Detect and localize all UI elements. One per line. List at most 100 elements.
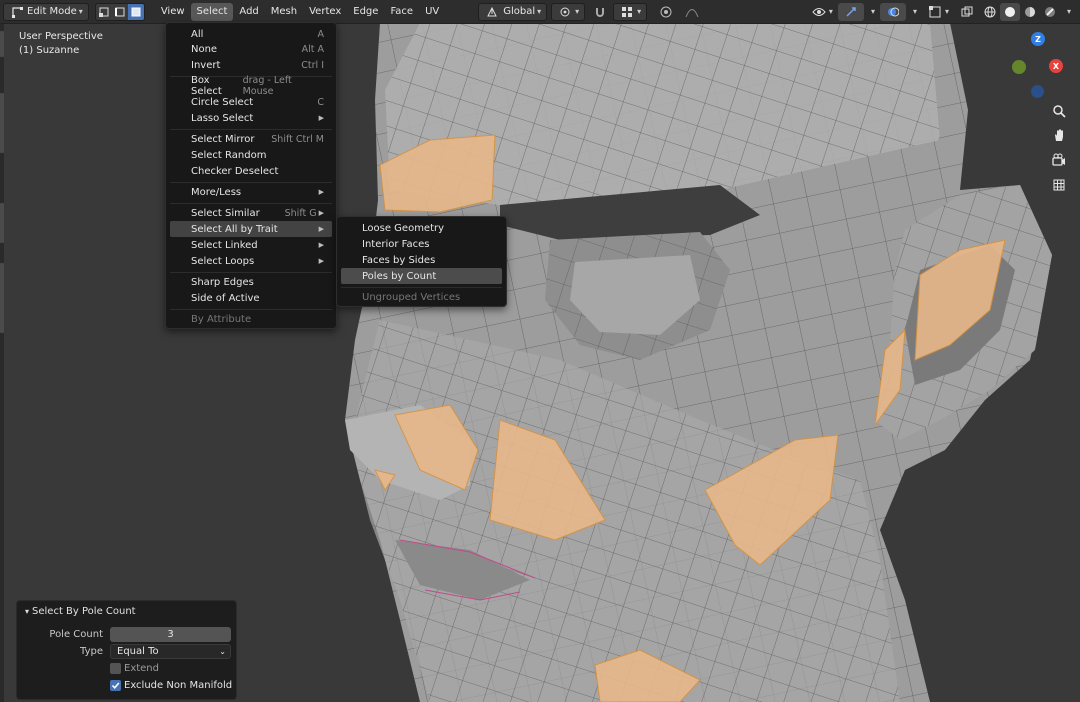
overlays-dropdown[interactable]: ▾ (906, 3, 922, 21)
pole-count-field[interactable]: 3 (110, 627, 231, 642)
exclude-non-manifold-checkbox[interactable]: Exclude Non Manifold (110, 680, 232, 691)
menu-separator (341, 287, 502, 288)
shading-material[interactable] (1020, 3, 1040, 21)
gizmo-neg-z-axis[interactable] (1031, 85, 1044, 98)
menu-item-select-mirror[interactable]: Select Mirror Shift Ctrl M (170, 131, 332, 147)
chevron-down-icon: ▾ (944, 7, 949, 16)
select-all-by-trait-submenu: Loose Geometry Interior Faces Faces by S… (336, 216, 507, 307)
overlays-toggle[interactable] (879, 2, 906, 21)
gizmo-dropdown[interactable]: ▾ (864, 3, 880, 21)
overlays-icon (885, 4, 901, 20)
mesh-edit-overlays-dropdown[interactable]: ▾ (922, 3, 954, 21)
menu-add[interactable]: Add (233, 3, 264, 21)
menu-item-select-random[interactable]: Select Random (170, 147, 332, 163)
menu-item-lasso-select[interactable]: Lasso Select ▶ (170, 110, 332, 126)
submenu-arrow-icon: ▶ (318, 188, 324, 196)
shading-solid[interactable] (999, 2, 1020, 21)
menu-separator (170, 203, 332, 204)
menu-vertex[interactable]: Vertex (303, 3, 347, 21)
rendered-sphere-icon (1042, 4, 1058, 20)
wireframe-sphere-icon (982, 4, 998, 20)
eye-icon (811, 4, 827, 20)
gizmo-icon (843, 4, 859, 20)
pole-count-label: Pole Count (49, 629, 103, 640)
shading-rendered[interactable] (1040, 3, 1060, 21)
toolbar-strip (0, 23, 4, 702)
shading-dropdown[interactable]: ▾ (1060, 3, 1076, 21)
checkbox-box (110, 663, 121, 674)
type-dropdown[interactable]: Equal To ⌄ (110, 644, 231, 659)
menu-item-loose-geometry[interactable]: Loose Geometry (341, 220, 502, 236)
pivot-point-dropdown[interactable]: ▾ (551, 2, 586, 21)
material-sphere-icon (1022, 4, 1038, 20)
ortho-grid-icon[interactable] (1047, 174, 1071, 196)
camera-view-icon[interactable] (1047, 149, 1071, 171)
menu-item-ungrouped-vertices: Ungrouped Vertices (362, 291, 461, 303)
menu-uv[interactable]: UV (419, 3, 445, 21)
vertex-select-icon[interactable] (95, 3, 112, 20)
operator-redo-panel: ▾ Select By Pole Count Pole Count 3 Type … (16, 600, 237, 700)
menu-item-checker-deselect[interactable]: Checker Deselect (170, 163, 332, 179)
exclude-non-manifold-label: Exclude Non Manifold (124, 680, 233, 691)
extend-checkbox[interactable]: Extend (110, 663, 159, 674)
menu-item-box-select[interactable]: Box Select drag - Left Mouse (170, 75, 332, 97)
chevron-down-icon: ▾ (637, 7, 642, 16)
menu-item-select-similar[interactable]: Select Similar Shift G ▶ (170, 205, 332, 221)
proportional-icon (658, 4, 674, 20)
select-menu: All A None Alt A Invert Ctrl I Box Select dr… (165, 22, 337, 329)
menu-mesh[interactable]: Mesh (265, 3, 303, 21)
submenu-arrow-icon: ▶ (318, 241, 324, 249)
face-select-icon[interactable] (127, 3, 144, 20)
menu-item-more-less[interactable]: More/Less ▶ (170, 184, 332, 200)
menu-item-select-loops[interactable]: Select Loops ▶ (170, 253, 332, 269)
zoom-icon[interactable] (1047, 100, 1071, 122)
extend-label: Extend (124, 663, 159, 674)
mode-selector[interactable]: Edit Mode ▾ (3, 2, 89, 21)
edge-select-icon[interactable] (111, 3, 128, 20)
shading-wireframe[interactable] (980, 3, 1000, 21)
menu-item-all[interactable]: All A (170, 26, 332, 42)
menu-select[interactable]: Select (190, 2, 234, 21)
menu-edge[interactable]: Edge (347, 3, 384, 21)
menu-item-poles-by-count[interactable]: Poles by Count (341, 268, 502, 284)
gizmo-y-axis[interactable] (1012, 60, 1026, 74)
snap-grid-icon (619, 4, 635, 20)
submenu-arrow-icon: ▶ (318, 209, 324, 217)
menu-face[interactable]: Face (384, 3, 419, 21)
pan-hand-icon[interactable] (1047, 124, 1071, 146)
falloff-dropdown[interactable] (679, 3, 705, 21)
menu-item-none[interactable]: None Alt A (170, 41, 332, 57)
xray-icon (959, 4, 975, 20)
chevron-down-icon: ▾ (912, 7, 917, 16)
proportional-editing-toggle[interactable] (653, 3, 679, 21)
chevron-down-icon: ▾ (25, 607, 30, 616)
menu-item-interior-faces[interactable]: Interior Faces (341, 236, 502, 252)
select-mode-group[interactable] (94, 2, 145, 21)
visibility-dropdown[interactable]: ▾ (806, 3, 838, 21)
menu-item-faces-by-sides[interactable]: Faces by Sides (341, 252, 502, 268)
type-label: Type (80, 646, 103, 657)
submenu-arrow-icon: ▶ (318, 225, 324, 233)
magnet-icon (592, 4, 608, 20)
chevron-down-icon: ▾ (828, 7, 833, 16)
menu-item-invert[interactable]: Invert Ctrl I (170, 57, 332, 73)
submenu-arrow-icon: ▶ (318, 257, 324, 265)
gizmo-toggle[interactable] (837, 2, 864, 21)
blender-window: User Perspective (1) Suzanne Z X Edit Mo… (0, 0, 1080, 702)
edit-mode-icon (9, 4, 25, 20)
menu-item-circle-select[interactable]: Circle Select C (170, 94, 332, 110)
gizmo-x-axis[interactable]: X (1049, 59, 1063, 73)
operator-panel-header[interactable]: ▾ Select By Pole Count (25, 606, 136, 617)
gizmo-z-axis[interactable]: Z (1031, 32, 1045, 46)
mode-label: Edit Mode (27, 6, 77, 17)
menu-item-select-all-by-trait[interactable]: Select All by Trait ▶ (170, 221, 332, 237)
snap-target-dropdown[interactable]: ▾ (613, 2, 648, 21)
menu-item-sharp-edges[interactable]: Sharp Edges (170, 274, 332, 290)
menu-separator (170, 182, 332, 183)
menu-item-select-linked[interactable]: Select Linked ▶ (170, 237, 332, 253)
transform-orientation-dropdown[interactable]: Global ▾ (478, 2, 548, 21)
menu-view[interactable]: View (155, 3, 191, 21)
menu-item-side-of-active[interactable]: Side of Active (170, 290, 332, 306)
xray-toggle[interactable] (954, 3, 980, 21)
snap-toggle[interactable] (587, 3, 613, 21)
